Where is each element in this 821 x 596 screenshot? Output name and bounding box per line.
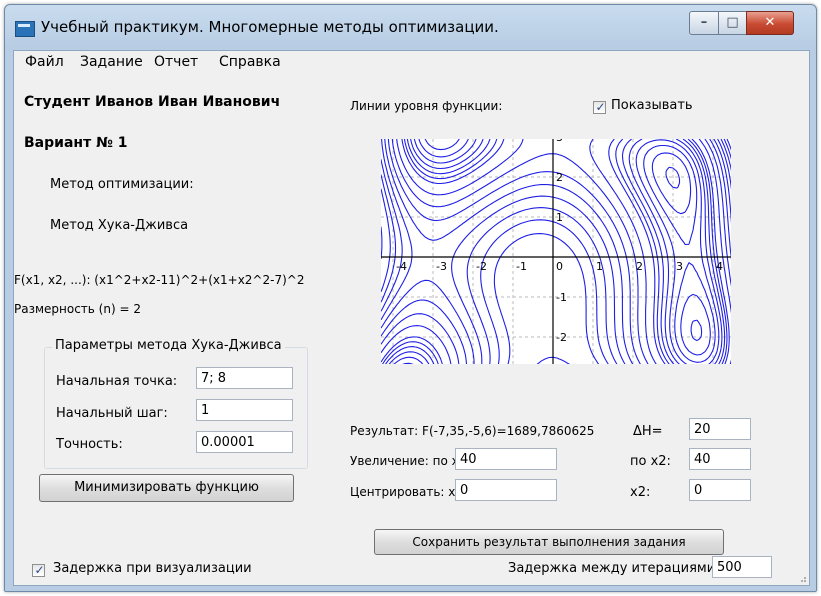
variant-number: Вариант № 1 — [24, 135, 128, 151]
y-tick-label: 3 — [556, 139, 563, 144]
title-bar[interactable]: Учебный практикум. Многомерные методы оп… — [5, 5, 816, 49]
x-tick-label: -2 — [476, 260, 487, 273]
resize-grip-icon[interactable] — [797, 573, 807, 583]
close-icon: ✕ — [764, 15, 776, 30]
result-text: Результат: F(-7,35,-5,6)=1689,7860625 — [350, 424, 595, 438]
show-label: Показывать — [611, 98, 693, 113]
maximize-icon: □ — [726, 15, 739, 30]
save-result-button[interactable]: Сохранить результат выполнения задания — [374, 529, 724, 555]
window-title: Учебный практикум. Многомерные методы оп… — [41, 18, 499, 36]
client-area: Файл Задание Отчет Справка Студент Ивано… — [13, 50, 810, 586]
x-tick-label: -4 — [396, 260, 407, 273]
minimize-icon: – — [700, 15, 708, 30]
level-lines-plot[interactable]: -4-3-2-101234321-1-2-3 — [381, 139, 731, 364]
x-tick-label: 3 — [676, 260, 683, 273]
x-tick-label: 1 — [596, 260, 603, 273]
show-level-lines-checkbox[interactable]: ✓ — [593, 100, 606, 114]
y-tick-label: 2 — [556, 171, 563, 184]
center-x1-input[interactable]: 0 — [455, 479, 557, 501]
zoom-x2-input[interactable]: 40 — [689, 448, 751, 470]
check-icon: ✓ — [34, 563, 45, 577]
y-tick-label: -2 — [556, 331, 567, 344]
method-label: Метод оптимизации: — [50, 177, 194, 192]
app-window: Учебный практикум. Многомерные методы оп… — [4, 4, 817, 592]
menu-task[interactable]: Задание — [80, 54, 143, 70]
dh-label: ΔH= — [633, 424, 663, 439]
zoom-x1-input[interactable]: 40 — [455, 448, 557, 470]
check-icon: ✓ — [595, 100, 606, 114]
precision-input[interactable]: 0.00001 — [196, 431, 293, 453]
x-tick-label: 2 — [636, 260, 643, 273]
student-name: Студент Иванов Иван Иванович — [24, 94, 281, 110]
minimize-button[interactable]: – — [689, 11, 719, 35]
x-tick-label: 4 — [716, 260, 723, 273]
x-tick-label: 0 — [556, 260, 563, 273]
precision-label: Точность: — [56, 437, 123, 452]
visualization-delay-label: Задержка при визуализации — [53, 561, 252, 576]
x-tick-label: -3 — [436, 260, 447, 273]
level-lines-label: Линии уровня функции: — [350, 99, 503, 113]
maximize-button[interactable]: □ — [718, 11, 747, 35]
menu-bar: Файл Задание Отчет Справка — [14, 51, 809, 73]
initial-step-input[interactable]: 1 — [196, 399, 293, 421]
method-name: Метод Хука-Дживса — [50, 218, 189, 233]
menu-file[interactable]: Файл — [25, 54, 64, 70]
menu-report[interactable]: Отчет — [154, 54, 198, 70]
start-point-label: Начальная точка: — [56, 374, 178, 389]
center-x2-label: x2: — [630, 485, 651, 500]
y-tick-label: -1 — [556, 291, 567, 304]
minimize-function-button[interactable]: Минимизировать функцию — [39, 474, 294, 502]
zoom-x2-label: по x2: — [630, 454, 671, 469]
dimension-text: Размерность (n) = 2 — [14, 302, 141, 316]
initial-step-label: Начальный шаг: — [56, 406, 168, 421]
center-label: Центрировать: x1: — [350, 485, 468, 499]
center-x2-input[interactable]: 0 — [689, 479, 751, 501]
dh-input[interactable]: 20 — [689, 418, 751, 440]
close-button[interactable]: ✕ — [746, 11, 794, 35]
start-point-input[interactable]: 7; 8 — [196, 367, 293, 389]
zoom-label: Увеличение: по x1: — [350, 454, 471, 468]
iteration-delay-label: Задержка между итерациями: — [508, 561, 720, 576]
menu-help[interactable]: Справка — [219, 54, 281, 70]
y-tick-label: 1 — [556, 211, 563, 224]
app-icon — [15, 21, 35, 37]
iteration-delay-input[interactable]: 500 — [712, 556, 772, 578]
contour-line — [424, 139, 711, 356]
function-text: F(x1, x2, ...): (x1^2+x2-11)^2+(x1+x2^2-… — [14, 273, 305, 287]
visualization-delay-checkbox[interactable]: ✓ — [32, 563, 45, 577]
x-tick-label: -1 — [516, 260, 527, 273]
params-group-title: Параметры метода Хука-Дживса — [52, 338, 285, 353]
